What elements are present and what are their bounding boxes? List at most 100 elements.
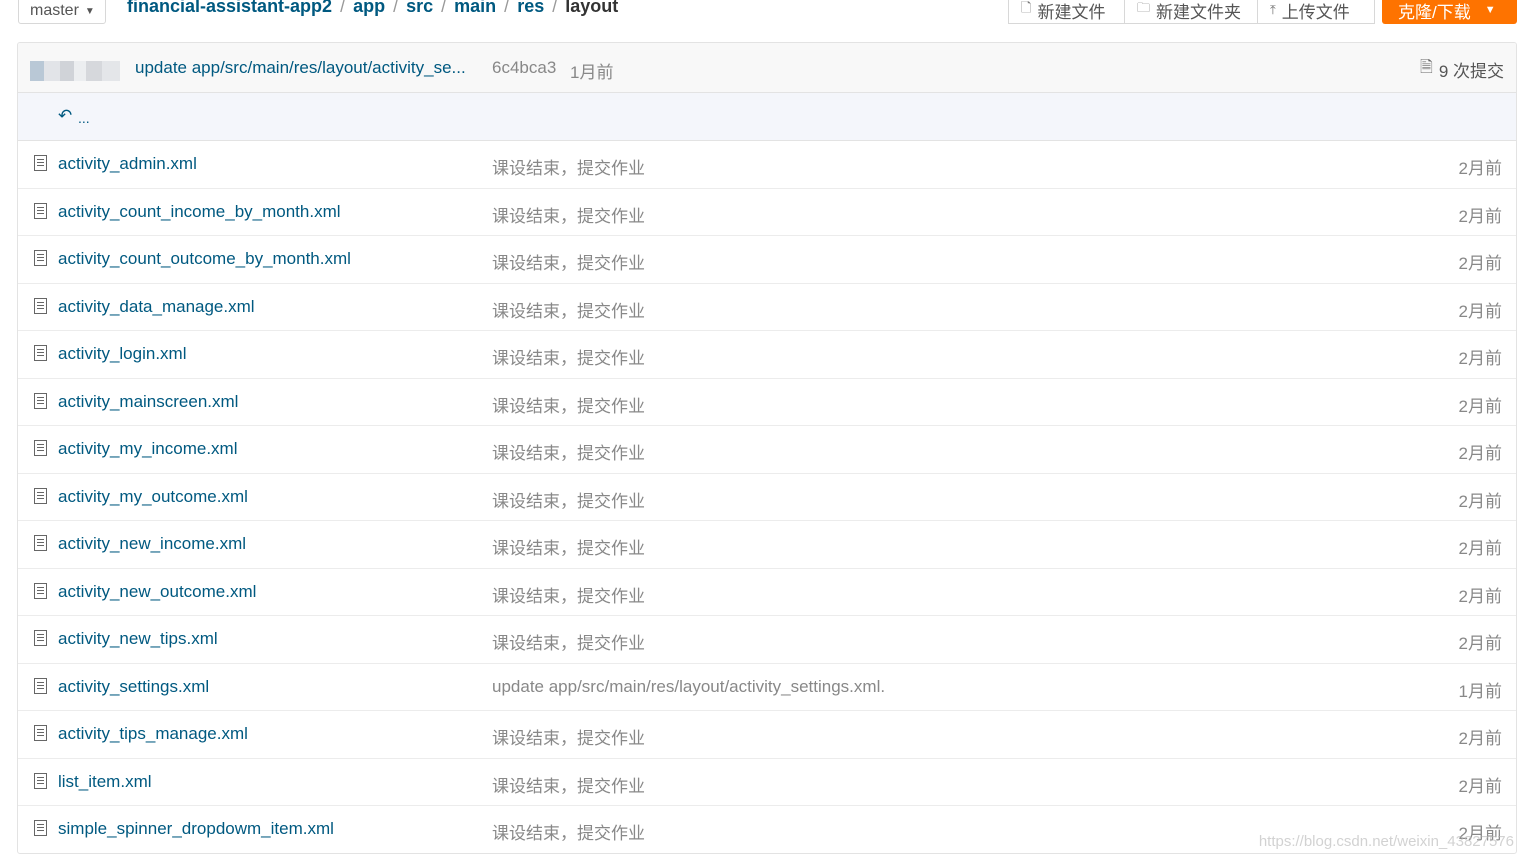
file-commit-time: 2月前 <box>1458 301 1502 321</box>
branch-label: master <box>30 2 79 19</box>
file-name-link[interactable]: activity_mainscreen.xml <box>58 392 238 412</box>
file-name-link[interactable]: activity_settings.xml <box>58 677 209 697</box>
file-name-link[interactable]: activity_count_outcome_by_month.xml <box>58 249 351 269</box>
file-commit-time: 2月前 <box>1458 254 1502 273</box>
commits-icon: 🗎 <box>1419 59 1433 76</box>
breadcrumb-repo[interactable]: financial-assistant-app2 <box>127 0 332 17</box>
file-commit-message[interactable]: update app/src/main/res/layout/activity_… <box>492 677 885 697</box>
file-name-link[interactable]: activity_data_manage.xml <box>58 297 255 317</box>
file-name-link[interactable]: activity_login.xml <box>58 344 187 364</box>
new-folder-label: 新建文件夹 <box>1156 2 1242 22</box>
file-commit-time: 2月前 <box>1458 444 1502 463</box>
file-icon <box>34 250 47 266</box>
file-name-link[interactable]: activity_new_outcome.xml <box>58 582 256 602</box>
file-row[interactable]: activity_mainscreen.xml 课设结束，提交作业 2月前 <box>18 379 1516 426</box>
file-row[interactable]: activity_count_outcome_by_month.xml 课设结束，… <box>18 236 1516 284</box>
breadcrumb-separator: / <box>340 0 346 16</box>
upload-icon: ⤒ <box>1270 2 1276 17</box>
file-commit-message[interactable]: 课设结束，提交作业 <box>492 772 645 797</box>
file-row[interactable]: activity_my_income.xml 课设结束，提交作业 2月前 <box>18 426 1516 474</box>
file-icon <box>34 392 47 409</box>
file-list: activity_admin.xml 课设结束，提交作业 2月前 activity_c… <box>18 141 1516 853</box>
new-folder-button[interactable]: 🗀 新建文件夹 <box>1125 0 1258 24</box>
file-name-link[interactable]: simple_spinner_dropdowm_item.xml <box>58 819 334 839</box>
file-name-link[interactable]: activity_my_outcome.xml <box>58 487 248 507</box>
file-commit-message[interactable]: 课设结束，提交作业 <box>492 249 645 274</box>
file-commit-time: 2月前 <box>1458 491 1502 511</box>
file-name-link[interactable]: activity_new_income.xml <box>58 534 246 554</box>
file-actions: 🗋 新建文件 🗀 新建文件夹 ⤒ 上传文件 <box>1008 0 1375 24</box>
file-commit-message[interactable]: 课设结束，提交作业 <box>492 724 645 749</box>
file-row[interactable]: activity_data_manage.xml 课设结束，提交作业 2月前 <box>18 284 1516 331</box>
file-commit-message[interactable]: 课设结束，提交作业 <box>492 344 645 369</box>
caret-down-icon: ▼ <box>84 5 95 17</box>
file-row[interactable]: activity_my_outcome.xml 课设结束，提交作业 2月前 <box>18 474 1516 521</box>
file-commit-time: 2月前 <box>1458 586 1502 606</box>
file-commit-message[interactable]: 课设结束，提交作业 <box>492 534 645 559</box>
file-icon <box>34 820 47 836</box>
file-commit-message[interactable]: 课设结束，提交作业 <box>492 819 645 844</box>
file-icon <box>34 677 47 694</box>
latest-commit-bar: update app/src/main/res/layout/activity_… <box>18 43 1516 93</box>
file-row[interactable]: activity_settings.xml update app/src/main… <box>18 664 1516 711</box>
latest-commit-hash[interactable]: 6c4bca3 <box>492 58 556 78</box>
breadcrumb-res[interactable]: res <box>517 0 544 17</box>
file-row[interactable]: activity_tips_manage.xml 课设结束，提交作业 2月前 <box>18 711 1516 759</box>
new-file-label: 新建文件 <box>1037 2 1106 22</box>
avatar[interactable] <box>30 61 120 81</box>
file-icon <box>34 772 47 789</box>
breadcrumb-separator: / <box>393 0 399 16</box>
latest-commit-message[interactable]: update app/src/main/res/layout/activity_… <box>135 58 466 78</box>
file-row[interactable]: activity_new_income.xml 课设结束，提交作业 2月前 <box>18 521 1516 569</box>
file-commit-message[interactable]: 课设结束，提交作业 <box>492 202 645 227</box>
file-commit-message[interactable]: 课设结束，提交作业 <box>492 392 645 417</box>
file-row[interactable]: activity_new_tips.xml 课设结束，提交作业 2月前 <box>18 616 1516 664</box>
breadcrumb-src[interactable]: src <box>406 0 433 17</box>
new-file-icon: 🗋 <box>1021 0 1032 15</box>
breadcrumb: financial-assistant-app2 / app / src / m… <box>127 0 618 17</box>
branch-select[interactable]: master ▼ <box>18 0 106 24</box>
commit-count-label: 9 次提交 <box>1438 62 1504 81</box>
file-name-link[interactable]: activity_admin.xml <box>58 154 197 174</box>
file-commit-message[interactable]: 课设结束，提交作业 <box>492 582 645 607</box>
file-icon <box>34 155 47 171</box>
file-name-link[interactable]: list_item.xml <box>58 772 152 792</box>
upload-button[interactable]: ⤒ 上传文件 <box>1258 0 1375 24</box>
latest-commit-time: 1月前 <box>570 63 614 82</box>
breadcrumb-main[interactable]: main <box>454 0 496 17</box>
file-row[interactable]: activity_count_income_by_month.xml 课设结束，提… <box>18 189 1516 236</box>
file-icon <box>34 535 47 551</box>
file-commit-message[interactable]: 课设结束，提交作业 <box>492 154 645 179</box>
watermark: https://blog.csdn.net/weixin_43827576 <box>1258 833 1514 850</box>
file-name-link[interactable]: activity_count_income_by_month.xml <box>58 202 341 222</box>
parent-directory-label: ... <box>78 110 90 126</box>
breadcrumb-app[interactable]: app <box>353 0 385 17</box>
file-row[interactable]: activity_new_outcome.xml 课设结束，提交作业 2月前 <box>18 569 1516 616</box>
file-name-link[interactable]: activity_new_tips.xml <box>58 629 218 649</box>
caret-down-icon: ▼ <box>1484 4 1496 16</box>
commit-count-link[interactable]: 🗎 9 次提交 <box>1420 56 1504 83</box>
file-name-link[interactable]: activity_tips_manage.xml <box>58 724 248 744</box>
file-row[interactable]: activity_admin.xml 课设结束，提交作业 2月前 <box>18 141 1516 189</box>
file-icon <box>34 297 47 314</box>
repo-toolbar: master ▼ financial-assistant-app2 / app … <box>0 0 1522 28</box>
clone-download-button[interactable]: 克隆/下载 ▼ <box>1382 0 1517 24</box>
new-folder-icon: 🗀 <box>1137 0 1151 15</box>
reply-arrow-icon: ↶ <box>58 106 73 125</box>
parent-directory-row[interactable]: ↶ ... <box>18 93 1516 141</box>
file-commit-message[interactable]: 课设结束，提交作业 <box>492 297 645 322</box>
file-row[interactable]: activity_login.xml 课设结束，提交作业 2月前 <box>18 331 1516 379</box>
new-file-button[interactable]: 🗋 新建文件 <box>1008 0 1125 24</box>
file-icon <box>34 440 47 456</box>
file-row[interactable]: list_item.xml 课设结束，提交作业 2月前 <box>18 759 1516 806</box>
file-commit-message[interactable]: 课设结束，提交作业 <box>492 487 645 512</box>
breadcrumb-separator: / <box>504 0 510 16</box>
file-icon <box>34 202 47 219</box>
file-tree: update app/src/main/res/layout/activity_… <box>17 42 1517 854</box>
file-name-link[interactable]: activity_my_income.xml <box>58 439 238 459</box>
file-icon <box>34 582 47 599</box>
file-commit-message[interactable]: 课设结束，提交作业 <box>492 629 645 654</box>
file-commit-message[interactable]: 课设结束，提交作业 <box>492 439 645 464</box>
file-icon <box>34 487 47 504</box>
clone-download-label: 克隆/下载 <box>1398 2 1471 22</box>
